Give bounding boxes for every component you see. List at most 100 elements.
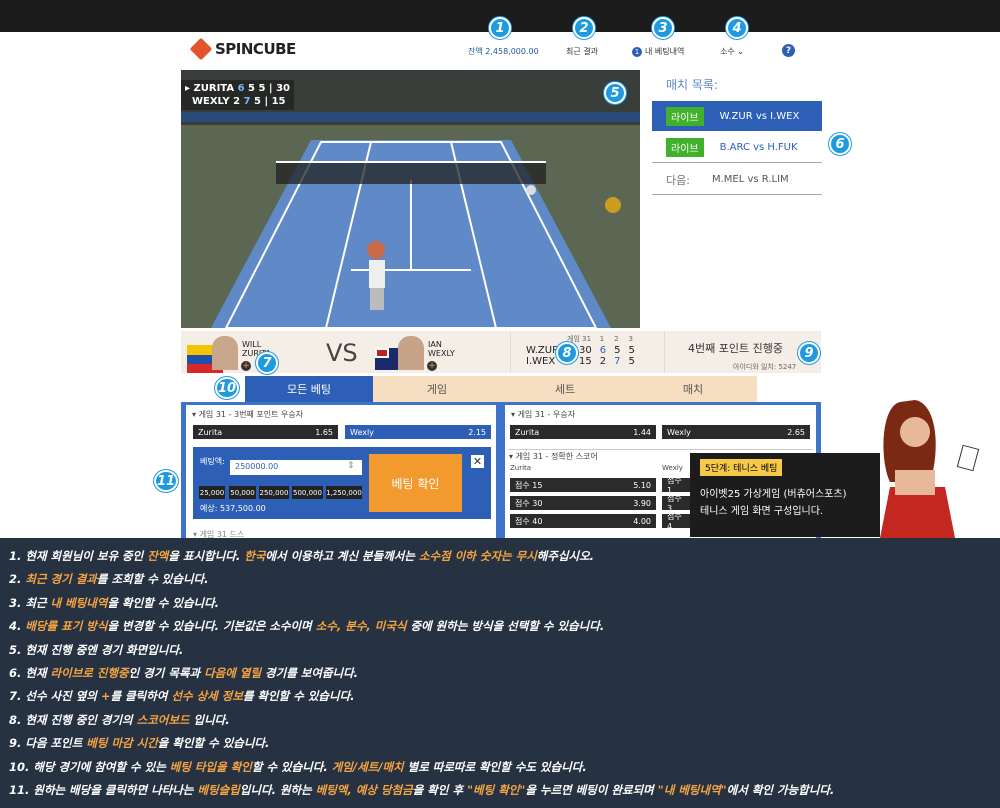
highlight-text: 최근 경기 결과 [25, 572, 97, 587]
quick-amount-button[interactable]: 500,000 [292, 486, 323, 499]
highlight-text: + [100, 689, 111, 704]
odds-button[interactable]: 점수 15 5.10 [510, 478, 656, 492]
explanation-line: 1. 현재 회원님이 보유 중인 잔액을 표시합니다. 한국에서 이용하고 계신… [9, 545, 1000, 568]
marker-2: 2 [573, 17, 595, 39]
odds-price: 1.65 [315, 427, 333, 437]
explanation-text: 3. 최근 [9, 595, 51, 610]
video-p2-points: 15 [271, 96, 286, 107]
match-list: 매치 목록: 라이브 W.ZUR vs I.WEX 라이브 B.ARC vs H… [652, 76, 822, 197]
marker-8: 8 [556, 342, 578, 364]
odds-price: 4.00 [633, 516, 651, 526]
tab-match[interactable]: 매치 [629, 376, 757, 402]
marker-5: 5 [604, 82, 626, 104]
quick-amount-button[interactable]: 25,000 [199, 486, 225, 499]
odds-name: 점수 15 [515, 480, 543, 490]
model-illustration [880, 400, 980, 538]
marker-10: 10 [215, 377, 239, 399]
player2-last: WEXLY [428, 349, 455, 358]
market-title-text: 게임 31 - 3번째 포인트 우승자 [198, 410, 304, 419]
video-p2-name: WEXLY [191, 96, 230, 107]
odds-format-value: 소수 [720, 47, 735, 56]
match-item[interactable]: 라이브 W.ZUR vs I.WEX [652, 101, 822, 131]
market-title-text: 게임 31 - 우승자 [517, 410, 576, 419]
highlight-text: 선수 상세 정보 [171, 689, 243, 704]
next-match-item[interactable]: 다음: M.MEL vs R.LIM [652, 165, 822, 195]
odds-button[interactable]: 점수 30 3.90 [510, 496, 656, 510]
divider [510, 331, 511, 373]
quick-amount-button[interactable]: 1,250,000 [326, 486, 362, 499]
my-bets-link[interactable]: 1내 베팅내역 [632, 46, 684, 57]
odds-name: 점수 3 [667, 494, 682, 513]
odds-button[interactable]: Zurita 1.44 [510, 425, 656, 439]
video-p1-set3: 5 [258, 83, 266, 94]
marker-9: 9 [798, 342, 820, 364]
market-title-text: 게임 31 - 정확한 스코어 [515, 452, 598, 461]
highlight-text: 게임/세트/매치 [331, 759, 404, 774]
player2-photo[interactable] [398, 336, 424, 370]
explanation-line: 6. 현재 라이브로 진행중인 경기 목록과 다음에 열릴 경기를 보여줍니다. [9, 662, 1000, 685]
market-title: ▾ 게임 31 - 3번째 포인트 우승자 [192, 410, 304, 419]
player2-name: IAN WEXLY [428, 340, 455, 358]
explanation-text: 1. 현재 회원님이 보유 중인 [9, 549, 148, 563]
odds-price: 5.10 [633, 480, 651, 490]
player1-first: WILL [242, 340, 262, 349]
odds-button-selected[interactable]: Wexly 2.15 [345, 425, 491, 439]
explanation-text: 을 누르면 베팅이 완료되며 [525, 783, 658, 798]
plus-icon[interactable]: + [427, 361, 437, 371]
help-icon[interactable]: ? [782, 44, 795, 57]
tab-set[interactable]: 세트 [501, 376, 629, 402]
score-col2: Wexly [662, 464, 683, 472]
tab-all-bets[interactable]: 모든 베팅 [245, 376, 373, 402]
live-video: ▸ ZURITA 6 5 5 | 30 WEXLY 2 7 5 | 15 [181, 70, 640, 328]
match-id: 아이디와 일치: 5247 [733, 363, 797, 371]
odds-button[interactable]: 점수 4 [662, 512, 692, 531]
explanation-text: 을 확인할 수 있습니다. [107, 595, 220, 610]
video-row-p1: ▸ ZURITA 6 5 5 | 30 [185, 83, 290, 94]
highlight-text: 소수점 이하 숫자는 무시 [418, 549, 537, 563]
explanation-text: 을 확인할 수 있습니다. [157, 736, 270, 751]
vs-label: VS [326, 339, 358, 367]
marker-6: 6 [829, 133, 851, 155]
highlight-text: 잔액 [147, 549, 169, 563]
match-item[interactable]: 라이브 B.ARC vs H.FUK [652, 133, 822, 163]
quick-amount-button[interactable]: 50,000 [229, 486, 256, 499]
explanation-text: 경기를 보여줍니다. [261, 666, 359, 681]
recent-results-link[interactable]: 최근 결과 [566, 46, 598, 57]
stepper-icon[interactable]: ⇕ [347, 461, 355, 471]
odds-name: 점수 1 [667, 476, 682, 495]
video-p1-points: 30 [276, 83, 290, 94]
explanation-text: 를 확인할 수 있습니다. [242, 689, 355, 704]
sb-p2-set: 5 [628, 356, 635, 367]
close-icon[interactable]: ✕ [470, 454, 485, 469]
video-p1-name: ZURITA [193, 83, 235, 94]
explanation-line: 9. 다음 포인트 베팅 마감 시간을 확인할 수 있습니다. [9, 732, 1000, 755]
odds-button[interactable]: 점수 3 [662, 494, 692, 513]
highlight-text: 스코어보드 [136, 712, 190, 727]
video-p2-set3: 5 [254, 96, 261, 107]
sb-p1-points: 30 [578, 345, 592, 356]
highlight-text: 배당률 표기 방식 [25, 619, 108, 634]
next-match-label: M.MEL vs R.LIM [711, 174, 789, 185]
plus-icon[interactable]: + [241, 361, 251, 371]
stake-input[interactable]: 250000.00 [230, 460, 362, 475]
explanation-text: 을 변경할 수 있습니다. 기본값은 소수이며 [107, 619, 316, 634]
tab-game[interactable]: 게임 [373, 376, 501, 402]
highlight-text: 다음에 열릴 [204, 666, 262, 681]
player1-photo[interactable] [212, 336, 238, 370]
highlight-text: "베팅 확인" [467, 783, 526, 798]
confirm-bet-button[interactable]: 베팅 확인 [369, 454, 462, 512]
divider [508, 449, 813, 450]
odds-button[interactable]: Wexly 2.65 [662, 425, 810, 439]
odds-price: 3.90 [633, 498, 651, 508]
score-col1: Zurita [510, 464, 532, 472]
odds-button[interactable]: 점수 1 [662, 476, 692, 495]
balance-display: 잔액 2,458,000.00 [468, 47, 539, 56]
odds-button[interactable]: Zurita 1.65 [193, 425, 338, 439]
quick-amount-button[interactable]: 250,000 [259, 486, 289, 499]
odds-button[interactable]: 점수 40 4.00 [510, 514, 656, 528]
odds-format-select[interactable]: 소수 ⌄ [720, 46, 744, 57]
explanation-text: 4. [9, 619, 26, 634]
highlight-text: 베팅 타입을 확인 [169, 759, 252, 774]
logo[interactable]: SPINCUBE [189, 37, 296, 61]
sb-p2-set: 7 [614, 356, 621, 367]
